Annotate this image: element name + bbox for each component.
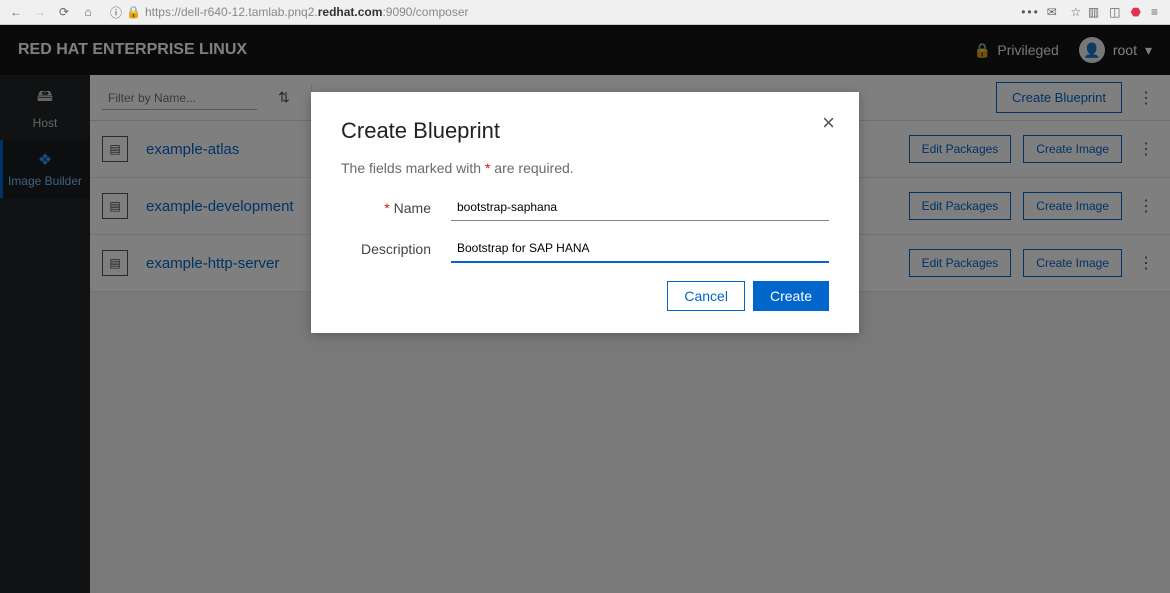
reader-icon[interactable]: ✉ — [1042, 2, 1062, 22]
name-input[interactable] — [451, 194, 829, 221]
name-label-text: Name — [394, 200, 431, 216]
forward-button[interactable]: → — [30, 2, 50, 22]
create-blueprint-modal: Create Blueprint × The fields marked wit… — [311, 92, 859, 333]
back-button[interactable]: ← — [6, 2, 26, 22]
url-prefix: https://dell-r640-12.tamlab.pnq2. — [145, 5, 318, 19]
page-actions-icon[interactable]: ••• — [1021, 5, 1040, 19]
name-label: * Name — [341, 200, 451, 216]
sidebar-icon[interactable]: ◫ — [1109, 5, 1120, 19]
url-host: redhat.com — [318, 5, 383, 19]
menu-icon[interactable]: ≡ — [1151, 5, 1158, 19]
lock-icon: 🔒 — [126, 5, 141, 19]
cancel-button[interactable]: Cancel — [667, 281, 745, 311]
modal-overlay[interactable]: Create Blueprint × The fields marked wit… — [0, 25, 1170, 593]
url-bar[interactable]: ⓘ 🔒 https://dell-r640-12.tamlab.pnq2.red… — [110, 4, 1011, 21]
helper-text-a: The fields marked with — [341, 160, 485, 176]
library-icon[interactable]: ▥ — [1088, 5, 1099, 19]
modal-helper: The fields marked with * are required. — [341, 160, 829, 176]
helper-text-b: are required. — [490, 160, 573, 176]
extension-icon[interactable]: ⬣ — [1131, 5, 1141, 19]
description-label-text: Description — [361, 241, 431, 257]
home-button[interactable]: ⌂ — [78, 2, 98, 22]
bookmark-icon[interactable]: ☆ — [1066, 2, 1086, 22]
required-asterisk: * — [384, 200, 389, 216]
description-input[interactable] — [451, 235, 829, 263]
info-icon: ⓘ — [110, 4, 122, 21]
create-button[interactable]: Create — [753, 281, 829, 311]
browser-toolbar: ← → ⟳ ⌂ ⓘ 🔒 https://dell-r640-12.tamlab.… — [0, 0, 1170, 25]
url-suffix: :9090/composer — [382, 5, 468, 19]
reload-button[interactable]: ⟳ — [54, 2, 74, 22]
close-icon[interactable]: × — [822, 110, 835, 136]
modal-title: Create Blueprint — [341, 118, 829, 144]
description-label: Description — [341, 241, 451, 257]
